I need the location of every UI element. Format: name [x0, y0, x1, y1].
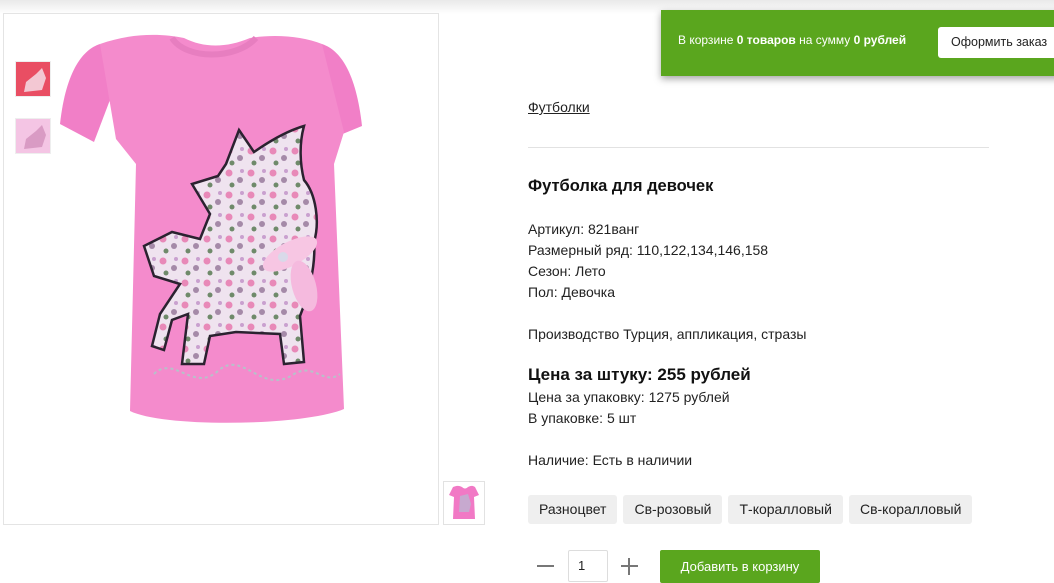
- thumbnail-pink[interactable]: [15, 118, 51, 154]
- cart-item-count: 0 товаров: [736, 33, 796, 47]
- quantity-decrease-button[interactable]: [537, 565, 554, 567]
- product-description: Производство Турция, аппликация, стразы: [528, 326, 807, 342]
- cart-summary-text: В корзине 0 товаров на сумму 0 рублей: [678, 33, 907, 47]
- price-per-item: Цена за штуку: 255 рублей: [528, 365, 751, 384]
- color-option-multicolor[interactable]: Разноцвет: [528, 495, 618, 524]
- quantity-increase-button[interactable]: [621, 558, 638, 575]
- color-option-light-pink[interactable]: Св-розовый: [623, 495, 723, 524]
- cart-total-sum: 0 рублей: [853, 33, 907, 47]
- quantity-input[interactable]: 1: [568, 550, 608, 582]
- color-option-light-coral[interactable]: Св-коралловый: [848, 495, 973, 524]
- product-image-frame[interactable]: [3, 13, 439, 525]
- color-options: Разноцвет Св-розовый Т-коралловый Св-кор…: [528, 495, 973, 524]
- product-title: Футболка для девочек: [528, 177, 714, 195]
- checkout-button[interactable]: Оформить заказ: [938, 27, 1054, 58]
- add-to-cart-button[interactable]: Добавить в корзину: [660, 550, 820, 583]
- product-sizes: Размерный ряд: 110,122,134,146,158: [528, 242, 769, 258]
- thumbnail-red[interactable]: [15, 61, 51, 97]
- breadcrumb-category-link[interactable]: Футболки: [528, 99, 590, 115]
- divider: [528, 147, 989, 148]
- product-gender: Пол: Девочка: [528, 284, 616, 300]
- availability-status: Наличие: Есть в наличии: [528, 452, 693, 468]
- product-article: Артикул: 821ванг: [528, 221, 640, 237]
- cart-summary-bar: В корзине 0 товаров на сумму 0 рублей Оф…: [661, 10, 1054, 76]
- shirt-thumb-image: [449, 485, 479, 519]
- price-per-pack: Цена за упаковку: 1275 рублей: [528, 389, 730, 405]
- thumbnail-shirt[interactable]: [443, 481, 485, 525]
- product-image: [60, 34, 362, 423]
- color-option-dark-coral[interactable]: Т-коралловый: [728, 495, 843, 524]
- product-season: Сезон: Лето: [528, 263, 606, 279]
- pack-size: В упаковке: 5 шт: [528, 410, 637, 426]
